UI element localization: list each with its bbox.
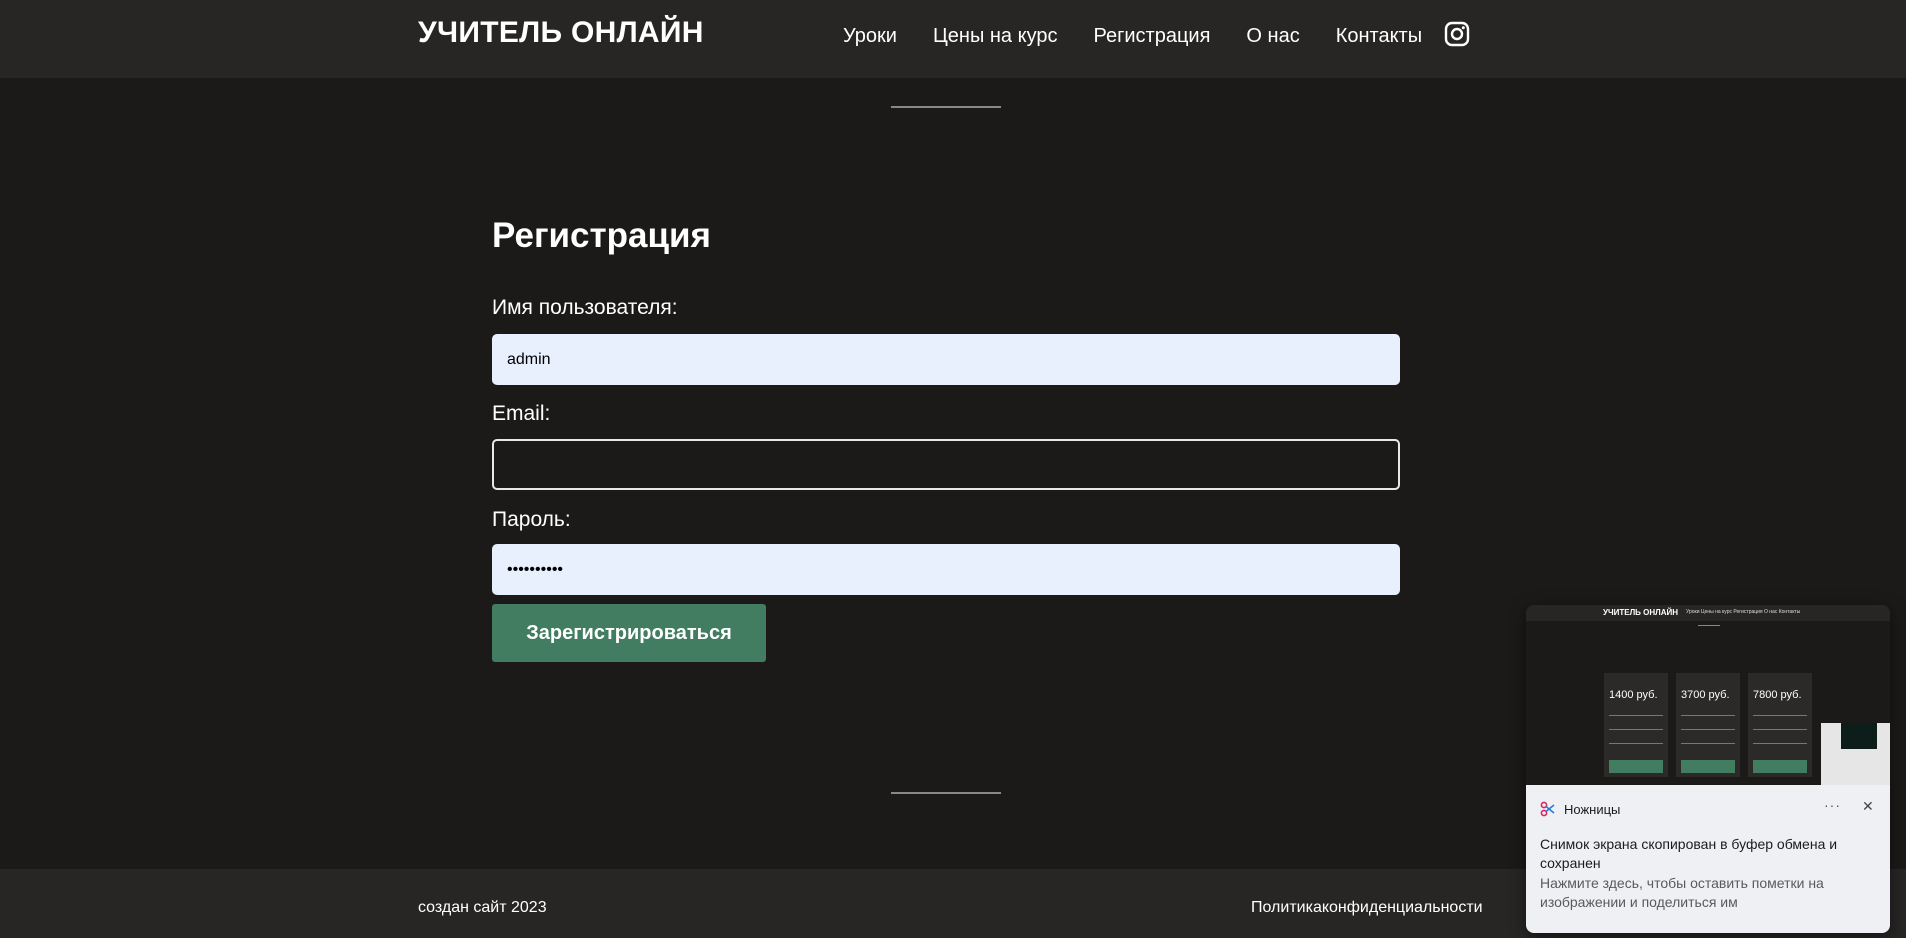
form-title: Регистрация — [492, 216, 711, 255]
nav-about[interactable]: О нас — [1246, 25, 1299, 48]
preview-divider — [1698, 625, 1720, 626]
screenshot-preview[interactable]: УЧИТЕЛЬ ОНЛАЙН Уроки Цены на курс Регист… — [1526, 605, 1890, 785]
preview-card: 1400 руб. — [1604, 673, 1668, 777]
top-divider — [891, 106, 1001, 108]
nav-lessons[interactable]: Уроки — [843, 25, 897, 48]
snipping-tool-icon — [1540, 801, 1555, 817]
preview-card-rule — [1609, 715, 1663, 716]
preview-card-price: 1400 руб. — [1609, 689, 1658, 701]
main-nav: Уроки Цены на курс Регистрация О нас Кон… — [843, 21, 1458, 51]
preview-side-image — [1841, 723, 1877, 749]
close-icon[interactable]: ✕ — [1862, 798, 1874, 815]
preview-card-rule — [1681, 743, 1735, 744]
privacy-policy-link[interactable]: Политикаконфиденциальности — [1251, 899, 1483, 917]
username-input[interactable] — [492, 334, 1400, 385]
snipping-tool-notification[interactable]: УЧИТЕЛЬ ОНЛАЙН Уроки Цены на курс Регист… — [1526, 605, 1890, 933]
preview-card: 3700 руб. — [1676, 673, 1740, 777]
notification-message: Снимок экрана скопирован в буфер обмена … — [1540, 836, 1838, 871]
preview-side-thumbnail — [1821, 723, 1890, 785]
notification-app-name: Ножницы — [1564, 802, 1621, 817]
preview-card-rule — [1609, 729, 1663, 730]
username-label: Имя пользователя: — [492, 296, 678, 319]
password-input[interactable] — [492, 544, 1400, 595]
site-header: УЧИТЕЛЬ ОНЛАЙН Уроки Цены на курс Регист… — [0, 0, 1906, 78]
preview-nav: Уроки Цены на курс Регистрация О нас Кон… — [1686, 609, 1801, 615]
preview-card-button — [1681, 760, 1735, 773]
bottom-divider — [891, 792, 1001, 794]
password-label: Пароль: — [492, 508, 571, 531]
preview-header: УЧИТЕЛЬ ОНЛАЙН Уроки Цены на курс Регист… — [1526, 605, 1890, 621]
more-options-icon[interactable]: ··· — [1824, 797, 1841, 813]
preview-card-rule — [1681, 715, 1735, 716]
nav-contacts[interactable]: Контакты — [1336, 25, 1422, 48]
preview-card-rule — [1753, 715, 1807, 716]
preview-card-price: 3700 руб. — [1681, 689, 1730, 701]
preview-card: 7800 руб. — [1748, 673, 1812, 777]
email-input[interactable] — [492, 439, 1400, 490]
register-button[interactable]: Зарегистрироваться — [492, 604, 766, 662]
preview-card-price: 7800 руб. — [1753, 689, 1802, 701]
preview-logo: УЧИТЕЛЬ ОНЛАЙН — [1603, 608, 1679, 617]
preview-card-button — [1609, 760, 1663, 773]
notification-secondary-text: Нажмите здесь, чтобы оставить пометки на… — [1540, 875, 1824, 910]
site-logo[interactable]: УЧИТЕЛЬ ОНЛАЙН — [418, 16, 704, 50]
notification-body[interactable]: Ножницы ··· ✕ Снимок экрана скопирован в… — [1526, 785, 1890, 933]
footer-copyright: создан сайт 2023 — [418, 899, 547, 916]
preview-card-rule — [1681, 729, 1735, 730]
preview-card-rule — [1753, 729, 1807, 730]
preview-card-button — [1753, 760, 1807, 773]
nav-prices[interactable]: Цены на курс — [933, 25, 1058, 48]
preview-card-rule — [1753, 743, 1807, 744]
instagram-icon[interactable] — [1444, 21, 1470, 47]
preview-card-rule — [1609, 743, 1663, 744]
email-label: Email: — [492, 402, 551, 425]
nav-registration[interactable]: Регистрация — [1093, 25, 1210, 48]
